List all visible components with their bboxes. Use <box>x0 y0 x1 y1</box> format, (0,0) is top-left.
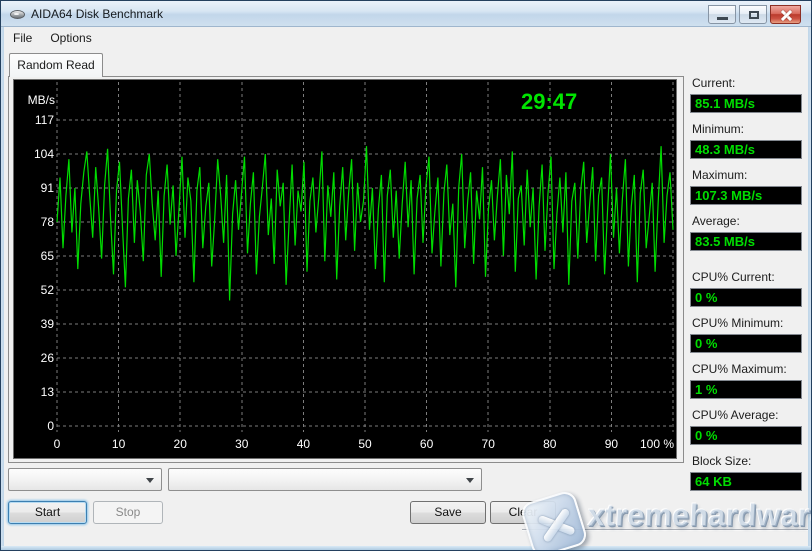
titlebar[interactable]: AIDA64 Disk Benchmark <box>1 1 811 27</box>
svg-text:91: 91 <box>41 181 55 195</box>
window-frame-bottom <box>1 546 811 550</box>
stat-maximum-label: Maximum: <box>692 168 804 182</box>
client-area: File Options Random Read 0 10 20 30 40 50 60 70… <box>4 28 808 546</box>
minimize-button[interactable] <box>708 5 736 24</box>
start-button[interactable]: Start <box>8 501 87 524</box>
svg-text:65: 65 <box>41 249 55 263</box>
tab-page: 0 10 20 30 40 50 60 70 80 90 100 % 0 13 26 39 52 65 78 91 1… <box>8 76 684 463</box>
stat-cpu-average-value: 0 % <box>690 426 802 445</box>
benchmark-graph-panel: 0 10 20 30 40 50 60 70 80 90 100 % 0 13 26 39 52 65 78 91 1… <box>13 79 677 459</box>
svg-text:90: 90 <box>605 437 619 451</box>
stat-cpu-current-label: CPU% Current: <box>692 270 804 284</box>
tab-random-read[interactable]: Random Read <box>9 53 103 77</box>
chevron-down-icon <box>146 478 154 483</box>
menu-options[interactable]: Options <box>41 28 100 48</box>
divider <box>522 529 808 531</box>
stat-block-size-label: Block Size: <box>692 454 804 468</box>
stat-average-label: Average: <box>692 214 804 228</box>
svg-text:0: 0 <box>47 419 54 433</box>
stat-cpu-maximum-value: 1 % <box>690 380 802 399</box>
svg-text:117: 117 <box>35 113 54 127</box>
app-window: AIDA64 Disk Benchmark File Options Rando… <box>0 0 812 551</box>
svg-text:70: 70 <box>482 437 496 451</box>
svg-text:10: 10 <box>112 437 126 451</box>
save-button[interactable]: Save <box>410 501 486 524</box>
stat-cpu-average: CPU% Average: 0 % <box>690 408 804 445</box>
svg-text:MB/s: MB/s <box>28 93 55 107</box>
stop-button[interactable]: Stop <box>93 501 163 524</box>
disk-icon <box>10 10 25 19</box>
stat-block-size-value: 64 KB <box>690 472 802 491</box>
stats-panel: Current: 85.1 MB/s Minimum: 48.3 MB/s Ma… <box>690 76 804 500</box>
stat-maximum: Maximum: 107.3 MB/s <box>690 168 804 205</box>
clear-button[interactable]: Clear <box>490 501 556 524</box>
svg-text:40: 40 <box>297 437 311 451</box>
stat-cpu-current: CPU% Current: 0 % <box>690 270 804 307</box>
svg-text:60: 60 <box>420 437 434 451</box>
window-title: AIDA64 Disk Benchmark <box>31 7 163 21</box>
stat-average-value: 83.5 MB/s <box>690 232 802 251</box>
stat-cpu-maximum: CPU% Maximum: 1 % <box>690 362 804 399</box>
svg-text:80: 80 <box>543 437 557 451</box>
stat-average: Average: 83.5 MB/s <box>690 214 804 251</box>
minimize-icon <box>717 17 728 20</box>
stat-cpu-minimum: CPU% Minimum: 0 % <box>690 316 804 353</box>
stat-cpu-minimum-value: 0 % <box>690 334 802 353</box>
svg-text:26: 26 <box>41 351 55 365</box>
drive-select[interactable]: Disk Drive #0 [SAMSUNG HD154UI] (1397.3 … <box>168 468 482 491</box>
maximize-icon <box>749 11 759 19</box>
menu-file[interactable]: File <box>4 28 41 48</box>
window-frame-right <box>808 27 811 550</box>
stat-current-value: 85.1 MB/s <box>690 94 802 113</box>
svg-text:100 %: 100 % <box>640 437 674 451</box>
stat-cpu-average-label: CPU% Average: <box>692 408 804 422</box>
stat-minimum: Minimum: 48.3 MB/s <box>690 122 804 159</box>
svg-text:50: 50 <box>358 437 372 451</box>
menubar: File Options <box>4 28 808 48</box>
stat-current-label: Current: <box>692 76 804 90</box>
svg-text:29:47: 29:47 <box>521 89 577 114</box>
close-button[interactable] <box>770 5 801 24</box>
maximize-button[interactable] <box>739 5 767 24</box>
chevron-down-icon <box>466 478 474 483</box>
svg-text:104: 104 <box>34 147 54 161</box>
stat-cpu-minimum-label: CPU% Minimum: <box>692 316 804 330</box>
svg-text:52: 52 <box>41 283 55 297</box>
benchmark-type-select[interactable]: Random Read <box>8 468 162 491</box>
benchmark-chart: 0 10 20 30 40 50 60 70 80 90 100 % 0 13 26 39 52 65 78 91 1… <box>14 80 676 458</box>
svg-text:13: 13 <box>41 385 55 399</box>
stat-cpu-current-value: 0 % <box>690 288 802 307</box>
svg-text:20: 20 <box>174 437 188 451</box>
svg-text:39: 39 <box>41 317 55 331</box>
stat-current: Current: 85.1 MB/s <box>690 76 804 113</box>
stat-maximum-value: 107.3 MB/s <box>690 186 802 205</box>
stat-block-size: Block Size: 64 KB <box>690 454 804 491</box>
svg-text:78: 78 <box>41 215 55 229</box>
stat-minimum-label: Minimum: <box>692 122 804 136</box>
stat-cpu-maximum-label: CPU% Maximum: <box>692 362 804 376</box>
stat-minimum-value: 48.3 MB/s <box>690 140 802 159</box>
window-controls <box>708 5 801 24</box>
svg-text:0: 0 <box>54 437 61 451</box>
svg-text:30: 30 <box>235 437 249 451</box>
